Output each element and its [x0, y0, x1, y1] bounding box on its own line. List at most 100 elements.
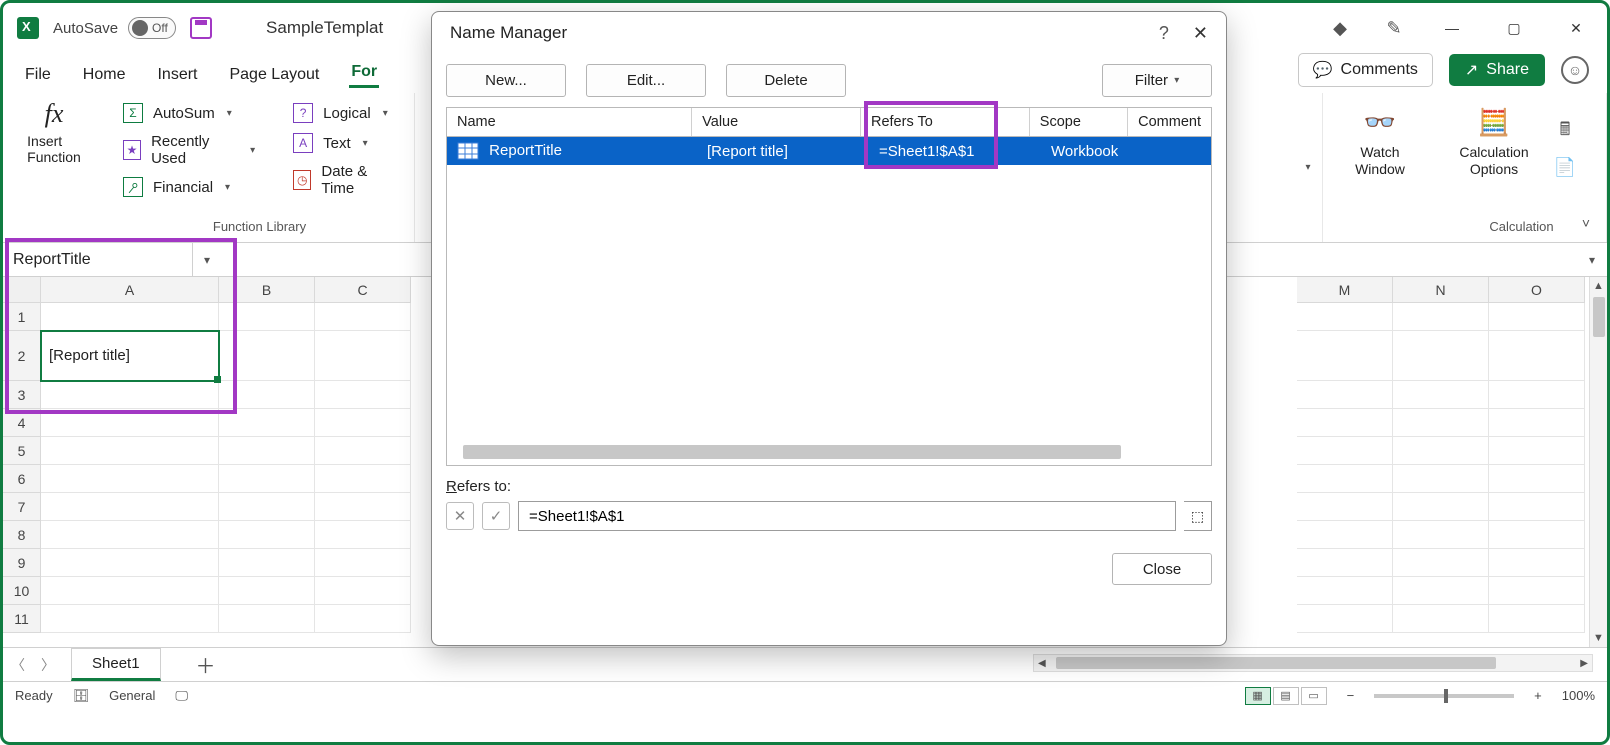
cell[interactable]	[1489, 303, 1585, 331]
cell[interactable]	[219, 437, 315, 465]
cell[interactable]	[1393, 549, 1489, 577]
cell[interactable]	[41, 521, 219, 549]
view-page-layout[interactable]: ▤	[1273, 687, 1299, 705]
cell[interactable]	[1297, 409, 1393, 437]
copilot-icon[interactable]: ◆	[1327, 15, 1353, 41]
accessibility-icon[interactable]: 🗄	[73, 688, 90, 704]
cell[interactable]	[1393, 493, 1489, 521]
column-header[interactable]: C	[315, 277, 411, 303]
sheet-tab-sheet1[interactable]: Sheet1	[71, 648, 161, 681]
cell[interactable]	[1489, 437, 1585, 465]
row-header[interactable]: 10	[3, 577, 41, 605]
cell[interactable]	[1297, 331, 1393, 381]
cell[interactable]	[41, 409, 219, 437]
autosum-button[interactable]: ΣAutoSum▾	[123, 103, 255, 123]
close-window-button[interactable]: ✕	[1559, 15, 1593, 41]
cell[interactable]	[1297, 605, 1393, 633]
tab-page-layout[interactable]: Page Layout	[227, 62, 321, 88]
cell[interactable]	[1489, 465, 1585, 493]
recently-used-button[interactable]: ★Recently Used▾	[123, 133, 255, 167]
cell[interactable]	[1297, 465, 1393, 493]
hscroll-thumb[interactable]	[1056, 657, 1496, 669]
cell[interactable]	[1297, 437, 1393, 465]
insert-function-button[interactable]: fx Insert Function	[15, 99, 93, 165]
nm-name-list[interactable]: ReportTitle [Report title] =Sheet1!$A$1 …	[446, 136, 1212, 466]
minimize-button[interactable]: —	[1435, 15, 1469, 41]
nm-list-row[interactable]: ReportTitle [Report title] =Sheet1!$A$1 …	[447, 137, 1211, 165]
row-header[interactable]: 2	[3, 331, 41, 381]
row-header[interactable]: 9	[3, 549, 41, 577]
column-header[interactable]: B	[219, 277, 315, 303]
calc-now-icon[interactable]: 🖩	[1560, 117, 1571, 147]
tab-formulas[interactable]: For	[349, 59, 379, 88]
cell[interactable]	[41, 465, 219, 493]
nm-refersto-cancel[interactable]: ✕	[446, 502, 474, 530]
comments-button[interactable]: 💬 Comments	[1298, 53, 1433, 87]
sheet-nav-prev[interactable]: 〈	[3, 648, 33, 681]
cell[interactable]	[219, 549, 315, 577]
display-settings-icon[interactable]: 🖵	[175, 688, 188, 704]
cell[interactable]	[315, 381, 411, 409]
cell[interactable]	[219, 577, 315, 605]
fill-handle[interactable]	[214, 376, 221, 383]
row-header[interactable]: 6	[3, 465, 41, 493]
cell[interactable]	[1297, 303, 1393, 331]
row-header[interactable]: 3	[3, 381, 41, 409]
tab-home[interactable]: Home	[81, 62, 128, 88]
nm-hdr-scope[interactable]: Scope	[1030, 108, 1128, 136]
name-manager-titlebar[interactable]: Name Manager ? ✕	[432, 12, 1226, 54]
help-icon[interactable]: ?	[1159, 23, 1169, 44]
cell[interactable]	[1393, 521, 1489, 549]
row-header[interactable]: 11	[3, 605, 41, 633]
cell[interactable]	[41, 549, 219, 577]
solutions-drop[interactable]: ▾	[1305, 162, 1310, 173]
name-box-dropdown[interactable]: ▾	[193, 243, 221, 276]
column-header[interactable]: A	[41, 277, 219, 303]
range-picker-icon[interactable]: ⬚	[1184, 501, 1212, 531]
cell[interactable]	[315, 437, 411, 465]
cell[interactable]	[219, 465, 315, 493]
nm-delete-button[interactable]: Delete	[726, 64, 846, 97]
cell[interactable]	[41, 577, 219, 605]
cell[interactable]	[1297, 549, 1393, 577]
zoom-in-button[interactable]: +	[1534, 688, 1542, 703]
cell[interactable]	[1489, 493, 1585, 521]
cell[interactable]	[41, 303, 219, 331]
restore-button[interactable]: ▢	[1497, 15, 1531, 41]
cell[interactable]	[1489, 549, 1585, 577]
cell[interactable]	[1489, 409, 1585, 437]
feedback-smiley-icon[interactable]: ☺	[1561, 56, 1589, 84]
nm-hdr-value[interactable]: Value	[692, 108, 861, 136]
formula-bar-expand[interactable]: ▾	[1577, 243, 1607, 276]
cell[interactable]	[1393, 409, 1489, 437]
cell[interactable]	[41, 381, 219, 409]
nm-hdr-comment[interactable]: Comment	[1128, 108, 1211, 136]
scrollbar-thumb[interactable]	[1593, 297, 1605, 337]
sheet-nav-next[interactable]: 〉	[33, 648, 63, 681]
horizontal-scrollbar[interactable]: ◀ ▶	[1033, 654, 1593, 672]
scroll-up-icon[interactable]: ▲	[1593, 277, 1604, 295]
cell[interactable]	[1489, 381, 1585, 409]
cell[interactable]	[1489, 605, 1585, 633]
nm-refersto-input[interactable]	[518, 501, 1176, 531]
zoom-slider[interactable]	[1374, 694, 1514, 698]
cell[interactable]	[1393, 303, 1489, 331]
column-header[interactable]: N	[1393, 277, 1489, 303]
financial-button[interactable]: 🝯Financial▾	[123, 177, 255, 197]
row-header[interactable]: 8	[3, 521, 41, 549]
add-sheet-button[interactable]: ＋	[191, 648, 221, 681]
watch-window-button[interactable]: 👓 Watch Window	[1335, 99, 1425, 178]
cell[interactable]	[1297, 521, 1393, 549]
row-header[interactable]: 5	[3, 437, 41, 465]
nm-list-hscroll[interactable]	[463, 445, 1121, 459]
cell[interactable]	[315, 409, 411, 437]
cell[interactable]	[1393, 331, 1489, 381]
nm-refersto-accept[interactable]: ✓	[482, 502, 510, 530]
cell[interactable]	[1489, 577, 1585, 605]
tab-insert[interactable]: Insert	[155, 62, 199, 88]
cell[interactable]	[315, 521, 411, 549]
cell[interactable]	[315, 577, 411, 605]
calc-sheet-icon[interactable]: 📄	[1554, 157, 1576, 178]
tab-file[interactable]: File	[23, 62, 53, 88]
share-button[interactable]: ↗ Share	[1449, 54, 1545, 86]
